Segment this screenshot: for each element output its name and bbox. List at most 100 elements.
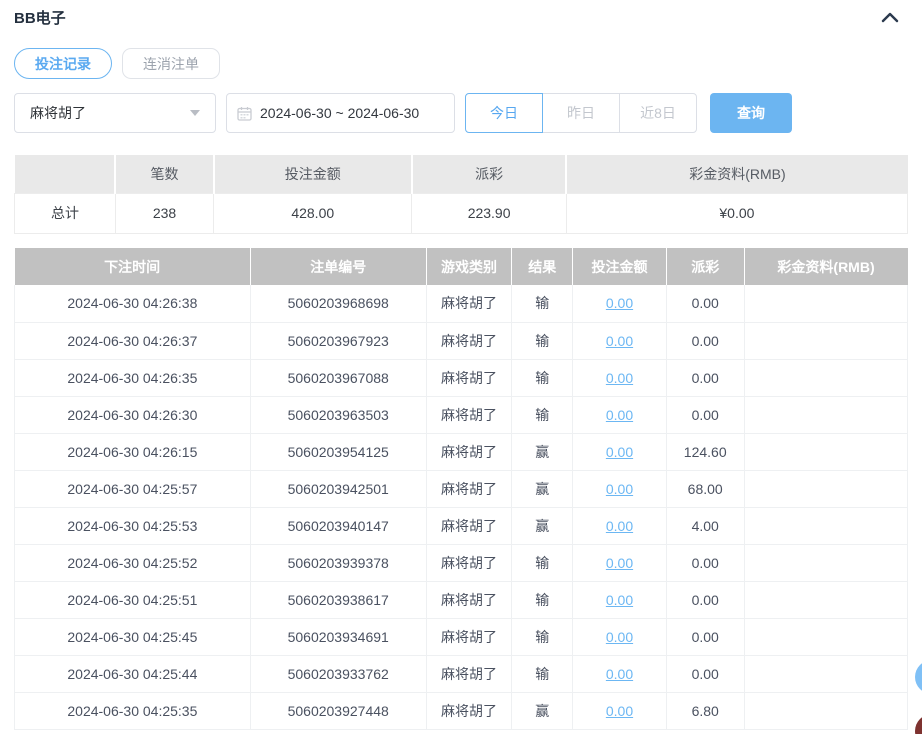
bet-amount-link[interactable]: 0.00 bbox=[606, 295, 633, 311]
search-button[interactable]: 查询 bbox=[710, 93, 792, 133]
range-yesterday-button[interactable]: 昨日 bbox=[542, 93, 620, 133]
column-header: 结果 bbox=[511, 248, 574, 285]
range-last8days-button[interactable]: 近8日 bbox=[619, 93, 697, 133]
game-type-cell: 麻将胡了 bbox=[425, 396, 513, 434]
bet-amount-link[interactable]: 0.00 bbox=[606, 703, 633, 719]
table-row: 2024-06-30 04:26:35 5060203967088 麻将胡了输 0.0… bbox=[14, 359, 909, 397]
slip-number-cell: 5060203954125 bbox=[249, 433, 427, 471]
table-row: 2024-06-30 04:26:38 5060203968698 麻将胡了输 0.0… bbox=[14, 285, 909, 323]
bet-time-cell: 2024-06-30 04:26:37 bbox=[14, 322, 251, 360]
tab-cancelled-bets[interactable]: 连消注单 bbox=[122, 48, 220, 79]
game-type-cell: 麻将胡了 bbox=[425, 618, 513, 656]
bonus-cell bbox=[743, 692, 909, 730]
game-select[interactable]: 麻将胡了 bbox=[14, 93, 216, 133]
result-cell: 输 bbox=[511, 322, 574, 360]
bet-amount-link[interactable]: 0.00 bbox=[606, 444, 633, 460]
record-type-tabs: 投注记录 连消注单 bbox=[14, 48, 220, 79]
result-cell: 输 bbox=[511, 655, 574, 693]
bet-amount-link[interactable]: 0.00 bbox=[606, 518, 633, 534]
table-row: 2024-06-30 04:26:30 5060203963503 麻将胡了输 0.0… bbox=[14, 396, 909, 434]
summary-bonus: ¥0.00 bbox=[565, 192, 909, 234]
bet-amount-cell: 0.00 bbox=[572, 507, 667, 545]
payout-cell: 124.60 bbox=[665, 433, 745, 471]
column-header bbox=[14, 155, 117, 193]
chevron-up-icon[interactable] bbox=[880, 9, 900, 27]
bet-time-cell: 2024-06-30 04:25:51 bbox=[14, 581, 251, 619]
slip-number-cell: 5060203927448 bbox=[249, 692, 427, 730]
bet-amount-link[interactable]: 0.00 bbox=[606, 555, 633, 571]
bonus-cell bbox=[743, 396, 909, 434]
bet-amount-link[interactable]: 0.00 bbox=[606, 629, 633, 645]
payout-cell: 0.00 bbox=[665, 655, 745, 693]
table-row: 2024-06-30 04:25:35 5060203927448 麻将胡了赢 0.0… bbox=[14, 692, 909, 730]
table-row: 2024-06-30 04:25:57 5060203942501 麻将胡了赢 0.0… bbox=[14, 470, 909, 508]
date-range-input[interactable]: 2024-06-30 ~ 2024-06-30 bbox=[226, 93, 455, 133]
result-cell: 输 bbox=[511, 396, 574, 434]
tab-betting-records[interactable]: 投注记录 bbox=[14, 48, 112, 79]
summary-payout: 223.90 bbox=[411, 192, 567, 234]
game-type-cell: 麻将胡了 bbox=[425, 433, 513, 471]
column-header: 彩金资料(RMB) bbox=[744, 248, 908, 285]
slip-number-cell: 5060203967088 bbox=[249, 359, 427, 397]
filter-bar: 麻将胡了 2024-06-30 ~ 2024-06-30 今日 昨日 近8日 查… bbox=[14, 93, 908, 133]
table-row: 2024-06-30 04:25:44 5060203933762 麻将胡了输 0.0… bbox=[14, 655, 909, 693]
game-type-cell: 麻将胡了 bbox=[425, 470, 513, 508]
slip-number-cell: 5060203968698 bbox=[249, 285, 427, 323]
bet-amount-link[interactable]: 0.00 bbox=[606, 370, 633, 386]
payout-cell: 0.00 bbox=[665, 285, 745, 323]
bet-amount-link[interactable]: 0.00 bbox=[606, 666, 633, 682]
payout-cell: 0.00 bbox=[665, 322, 745, 360]
bonus-cell bbox=[743, 507, 909, 545]
game-type-cell: 麻将胡了 bbox=[425, 655, 513, 693]
bet-time-cell: 2024-06-30 04:25:53 bbox=[14, 507, 251, 545]
bet-amount-link[interactable]: 0.00 bbox=[606, 333, 633, 349]
bet-time-cell: 2024-06-30 04:26:15 bbox=[14, 433, 251, 471]
page-title: BB电子 bbox=[14, 10, 66, 27]
payout-cell: 0.00 bbox=[665, 581, 745, 619]
slip-number-cell: 5060203934691 bbox=[249, 618, 427, 656]
table-row: 2024-06-30 04:26:37 5060203967923 麻将胡了输 0.0… bbox=[14, 322, 909, 360]
bet-amount-link[interactable]: 0.00 bbox=[606, 481, 633, 497]
bet-amount-cell: 0.00 bbox=[572, 618, 667, 656]
summary-bet-amount: 428.00 bbox=[213, 192, 413, 234]
range-today-button[interactable]: 今日 bbox=[465, 93, 543, 133]
bet-amount-link[interactable]: 0.00 bbox=[606, 592, 633, 608]
bet-time-cell: 2024-06-30 04:25:44 bbox=[14, 655, 251, 693]
column-header: 彩金资料(RMB) bbox=[566, 155, 908, 193]
column-header: 派彩 bbox=[666, 248, 745, 285]
game-type-cell: 麻将胡了 bbox=[425, 359, 513, 397]
chevron-down-icon bbox=[190, 110, 200, 116]
game-type-cell: 麻将胡了 bbox=[425, 544, 513, 582]
summary-total-label: 总计 bbox=[14, 192, 116, 234]
bet-time-cell: 2024-06-30 04:26:35 bbox=[14, 359, 251, 397]
summary-header-row: 笔数 投注金额 派彩 彩金资料(RMB) bbox=[14, 155, 908, 193]
slip-number-cell: 5060203933762 bbox=[249, 655, 427, 693]
bonus-cell bbox=[743, 470, 909, 508]
bonus-cell bbox=[743, 544, 909, 582]
game-type-cell: 麻将胡了 bbox=[425, 507, 513, 545]
bet-amount-cell: 0.00 bbox=[572, 470, 667, 508]
column-header: 投注金额 bbox=[213, 155, 413, 193]
payout-cell: 4.00 bbox=[665, 507, 745, 545]
bet-amount-link[interactable]: 0.00 bbox=[606, 407, 633, 423]
column-header: 游戏类别 bbox=[426, 248, 513, 285]
column-header: 笔数 bbox=[115, 155, 215, 193]
payout-cell: 0.00 bbox=[665, 359, 745, 397]
floating-widget-red[interactable] bbox=[915, 714, 922, 734]
payout-cell: 0.00 bbox=[665, 618, 745, 656]
floating-widget-blue[interactable] bbox=[915, 660, 922, 694]
column-header: 注单编号 bbox=[250, 248, 427, 285]
bonus-cell bbox=[743, 322, 909, 360]
bet-amount-cell: 0.00 bbox=[572, 692, 667, 730]
table-row: 2024-06-30 04:25:53 5060203940147 麻将胡了赢 0.0… bbox=[14, 507, 909, 545]
bonus-cell bbox=[743, 359, 909, 397]
table-row: 2024-06-30 04:25:45 5060203934691 麻将胡了输 0.0… bbox=[14, 618, 909, 656]
game-select-value: 麻将胡了 bbox=[30, 105, 86, 121]
bet-time-cell: 2024-06-30 04:25:52 bbox=[14, 544, 251, 582]
bet-amount-cell: 0.00 bbox=[572, 655, 667, 693]
table-row: 2024-06-30 04:25:52 5060203939378 麻将胡了输 0.0… bbox=[14, 544, 909, 582]
result-cell: 赢 bbox=[511, 692, 574, 730]
column-header: 投注金额 bbox=[572, 248, 667, 285]
summary-count: 238 bbox=[114, 192, 215, 234]
result-cell: 赢 bbox=[511, 470, 574, 508]
